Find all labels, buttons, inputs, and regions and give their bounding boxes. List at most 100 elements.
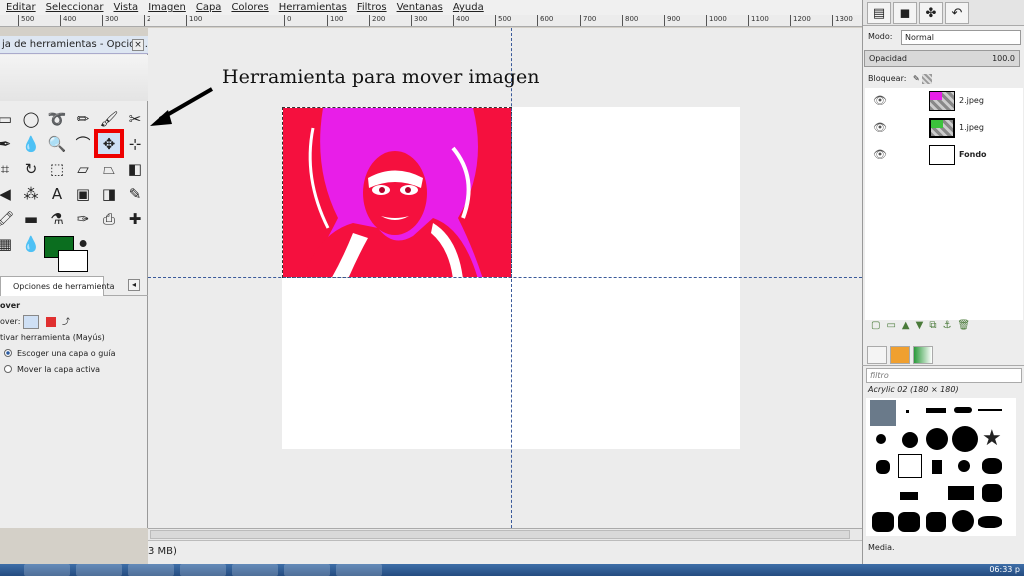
anchor-layer-icon[interactable]: ⚓ [942, 320, 951, 334]
layer-row[interactable]: 👁 2.jpeg [865, 88, 1023, 114]
eraser-tool-icon[interactable]: ▬ [18, 206, 44, 231]
perspective-clone-tool-icon[interactable]: ▦ [0, 231, 18, 256]
brush-item[interactable] [952, 510, 974, 532]
brush-item[interactable] [978, 516, 1002, 528]
brush-item[interactable] [876, 434, 886, 444]
move-layer-mode-icon[interactable] [22, 314, 39, 329]
brushes-tab-icon[interactable] [867, 346, 887, 364]
channels-tab-icon[interactable]: ◼ [893, 2, 917, 24]
menu-seleccionar[interactable]: Seleccionar [46, 2, 104, 13]
menu-colores[interactable]: Colores [231, 2, 268, 13]
blend-tool-icon[interactable]: ◨ [96, 181, 122, 206]
color-select-tool-icon[interactable]: 🖌 [96, 106, 122, 131]
brush-item[interactable] [900, 492, 918, 500]
lock-pixels-icon[interactable]: ✎ [913, 74, 920, 83]
taskbar-app[interactable] [180, 564, 226, 576]
paths-tab-icon[interactable]: ✤ [919, 2, 943, 24]
blur-tool-icon[interactable]: 💧 [18, 231, 44, 256]
transform-tool-icon[interactable]: ⁂ [18, 181, 44, 206]
brush-item[interactable] [926, 428, 948, 450]
brush-item[interactable] [906, 410, 909, 413]
gradients-tab-icon[interactable] [913, 346, 933, 364]
fuzzy-select-tool-icon[interactable]: ✏ [70, 106, 96, 131]
patterns-tab-icon[interactable] [890, 346, 910, 364]
image-canvas[interactable] [148, 28, 862, 528]
ellipse-select-tool-icon[interactable]: ◯ [18, 106, 44, 131]
paths-tool-icon[interactable]: ✒ [0, 131, 18, 156]
rect-select-tool-icon[interactable]: ▭ [0, 106, 18, 131]
tab-menu-icon[interactable]: ◂ [128, 279, 140, 291]
brush-item[interactable] [876, 460, 890, 474]
close-icon[interactable]: × [132, 39, 144, 51]
layers-tab-icon[interactable]: ▤ [867, 2, 891, 24]
menu-filtros[interactable]: Filtros [357, 2, 387, 13]
lower-layer-icon[interactable]: ▼ [916, 320, 924, 334]
paintbrush-tool-icon[interactable]: 🖍 [0, 206, 18, 231]
visibility-eye-icon[interactable]: 👁 [873, 148, 887, 161]
menu-vista[interactable]: Vista [114, 2, 139, 13]
taskbar-app[interactable] [128, 564, 174, 576]
brush-item[interactable] [978, 409, 1002, 411]
option-move-active-layer[interactable]: Mover la capa activa [0, 362, 148, 378]
layer-group-icon[interactable]: ▭ [886, 320, 895, 334]
brush-item[interactable] [898, 454, 922, 478]
brush-item[interactable] [872, 512, 894, 532]
brush-item[interactable] [982, 484, 1002, 502]
brush-filter-input[interactable]: filtro [866, 368, 1022, 383]
radio-pick-layer[interactable] [4, 349, 12, 357]
menu-imagen[interactable]: Imagen [148, 2, 186, 13]
lasso-tool-icon[interactable]: ➰ [44, 106, 70, 131]
pencil-tool-icon[interactable]: ✎ [122, 181, 148, 206]
brush-item[interactable] [926, 408, 946, 413]
clone-tool-icon[interactable]: ⎙ [96, 206, 122, 231]
visibility-eye-icon[interactable]: 👁 [873, 94, 887, 107]
rotate-tool-icon[interactable]: ↻ [18, 156, 44, 181]
brush-item[interactable] [952, 426, 978, 452]
tab-tool-options[interactable]: Opciones de herramienta [0, 276, 115, 296]
new-layer-icon[interactable]: ▢ [871, 320, 880, 334]
brush-item[interactable] [902, 432, 918, 448]
cage-tool-icon[interactable]: ◀ [0, 181, 18, 206]
zoom-tool-icon[interactable]: 🔍 [44, 131, 70, 156]
opacity-slider[interactable]: Opacidad 100.0 [864, 50, 1020, 67]
perspective-tool-icon[interactable]: ⏢ [96, 156, 122, 181]
crop-tool-icon[interactable]: ⌗ [0, 156, 18, 181]
shear-tool-icon[interactable]: ▱ [70, 156, 96, 181]
vertical-guide[interactable] [511, 28, 512, 528]
brush-item[interactable] [932, 460, 942, 474]
heal-tool-icon[interactable]: ✚ [122, 206, 148, 231]
taskbar-app[interactable] [336, 564, 382, 576]
brush-item[interactable] [870, 400, 896, 426]
scissors-tool-icon[interactable]: ✂ [122, 106, 148, 131]
brush-item[interactable] [958, 460, 970, 472]
horizontal-guide[interactable] [148, 277, 862, 278]
mode-select[interactable]: Normal [901, 30, 1021, 45]
horizontal-ruler[interactable]: 100 0 100 200 300 400 500 600 700 800 90… [150, 15, 862, 27]
duplicate-layer-icon[interactable]: ⧉ [929, 320, 936, 334]
color-picker-tool-icon[interactable]: 💧 [18, 131, 44, 156]
background-color-swatch[interactable] [58, 250, 88, 272]
radio-move-active-layer[interactable] [4, 365, 12, 373]
ink-tool-icon[interactable]: ✑ [70, 206, 96, 231]
menu-capa[interactable]: Capa [196, 2, 222, 13]
image-layer-photo[interactable] [282, 107, 512, 278]
align-tool-icon[interactable]: ⊹ [122, 131, 148, 156]
brush-item[interactable] [982, 458, 1002, 474]
option-pick-layer[interactable]: Escoger una capa o guía [0, 346, 148, 362]
bucket-fill-tool-icon[interactable]: ▣ [70, 181, 96, 206]
measure-tool-icon[interactable]: ⌒ [70, 131, 96, 156]
menu-herramientas[interactable]: Herramientas [279, 2, 347, 13]
taskbar-app[interactable] [24, 564, 70, 576]
horizontal-scrollbar[interactable] [148, 528, 862, 540]
brush-item[interactable] [948, 486, 974, 500]
layer-row[interactable]: 👁 1.jpeg [865, 115, 1023, 141]
layer-row[interactable]: 👁 Fondo [865, 142, 1023, 168]
taskbar-app[interactable] [232, 564, 278, 576]
move-path-mode-icon[interactable]: ⤴ [62, 317, 70, 326]
brush-grid[interactable]: ★ [866, 398, 1016, 536]
menu-ventanas[interactable]: Ventanas [397, 2, 443, 13]
lock-alpha-icon[interactable] [922, 73, 933, 84]
visibility-eye-icon[interactable]: 👁 [873, 121, 887, 134]
undo-tab-icon[interactable]: ↶ [945, 2, 969, 24]
taskbar-app[interactable] [76, 564, 122, 576]
